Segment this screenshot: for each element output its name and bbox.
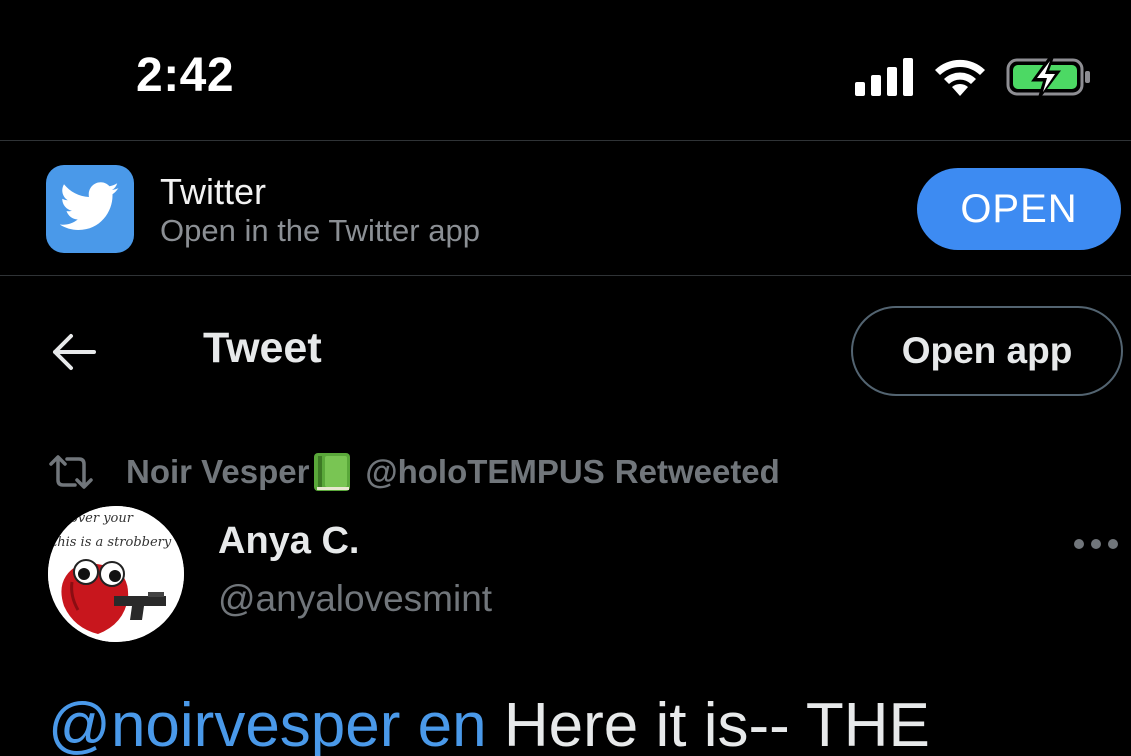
twitter-bird-icon[interactable] xyxy=(46,165,134,253)
app-name: Twitter xyxy=(160,171,267,212)
avatar-caption-1: over your xyxy=(70,511,134,526)
avatar-caption-2: this is a strobbery xyxy=(52,535,172,550)
retweet-text[interactable]: Noir Vesper @holoTEMPUS Retweeted xyxy=(126,452,780,492)
green-book-icon xyxy=(314,453,351,491)
more-options-icon[interactable] xyxy=(1074,538,1118,550)
avatar[interactable]: over your this is a strobbery xyxy=(48,506,184,642)
mention-link[interactable]: en xyxy=(418,691,487,756)
retweet-context: Noir Vesper @holoTEMPUS Retweeted xyxy=(48,448,780,496)
app-banner: Twitter Open in the Twitter app OPEN xyxy=(0,140,1131,276)
back-arrow-icon[interactable] xyxy=(50,332,96,372)
tweet-text: @noirvesper en Here it is-- THE xyxy=(48,690,930,756)
open-app-button[interactable]: Open app xyxy=(851,306,1123,396)
open-button[interactable]: OPEN xyxy=(917,168,1121,250)
cellular-signal-icon xyxy=(855,58,913,96)
retweeter-handle[interactable]: @holoTEMPUS xyxy=(365,453,604,491)
tweet-header: Tweet Open app xyxy=(0,276,1131,426)
status-time: 2:42 xyxy=(136,49,235,102)
retweet-icon xyxy=(49,455,93,489)
retweeted-label: Retweeted xyxy=(614,453,780,490)
avatar-image: over your this is a strobbery xyxy=(48,506,184,642)
page-title: Tweet xyxy=(203,324,322,372)
status-bar: 2:42 xyxy=(0,0,1131,140)
app-subtitle: Open in the Twitter app xyxy=(160,213,480,248)
battery-charging-icon xyxy=(1006,56,1090,97)
author-name[interactable]: Anya C. xyxy=(218,520,359,563)
wifi-icon xyxy=(935,59,985,96)
twitter-bird-glyph xyxy=(60,182,119,230)
author-handle[interactable]: @anyalovesmint xyxy=(218,578,492,620)
tweet-body: Here it is-- THE xyxy=(503,691,930,756)
mention-link[interactable]: @noirvesper xyxy=(48,691,400,756)
retweeter-name[interactable]: Noir Vesper xyxy=(126,453,309,491)
screen: 2:42 Twitter Open in the Twitter app OPE… xyxy=(0,0,1131,756)
